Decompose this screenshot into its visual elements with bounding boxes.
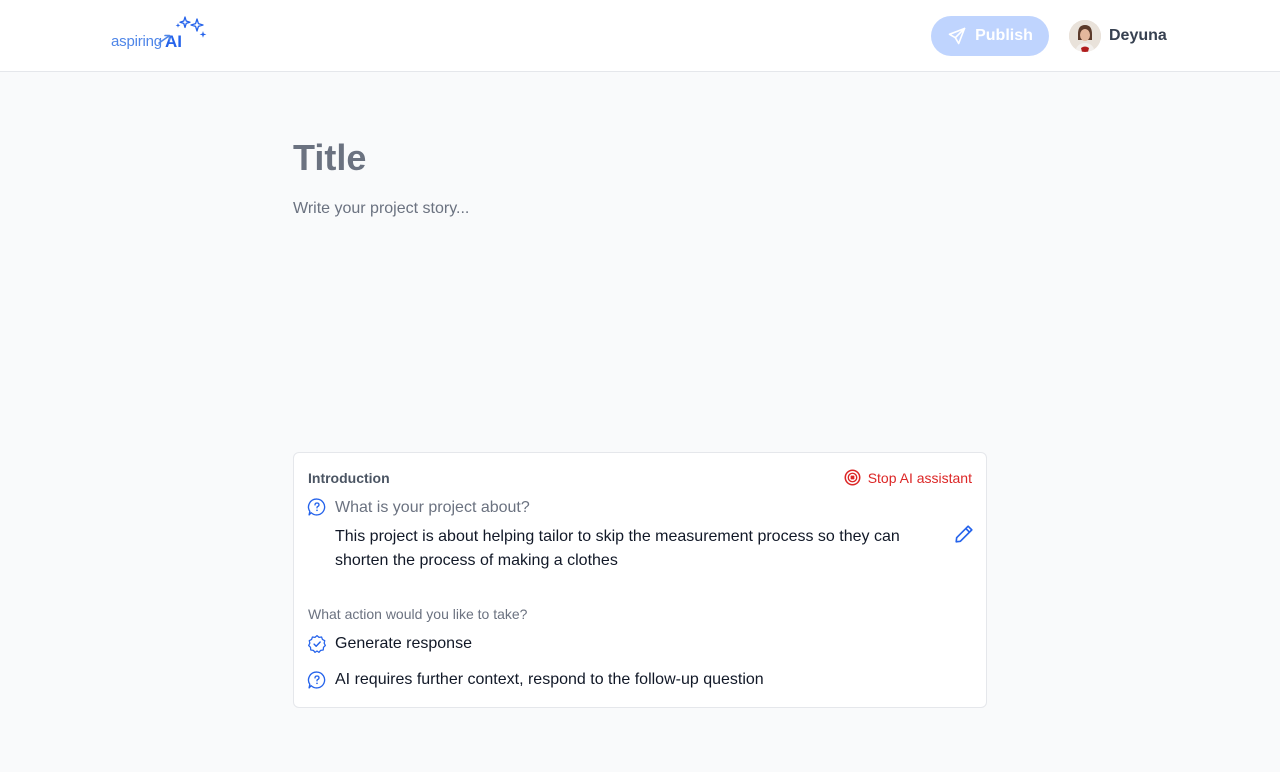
story-input[interactable]: Write your project story... — [293, 198, 469, 220]
action-prompt: What action would you like to take? — [308, 606, 528, 622]
ai-question: What is your project about? — [335, 499, 530, 516]
publish-button[interactable]: Publish — [931, 16, 1049, 56]
stop-ai-label: Stop AI assistant — [867, 469, 972, 486]
user-menu[interactable]: Deyuna — [1069, 20, 1167, 52]
section-label: Introduction — [308, 470, 390, 486]
logo[interactable]: aspiring AI — [111, 15, 207, 55]
question-bubble-icon — [307, 669, 327, 691]
publish-label: Publish — [975, 27, 1033, 44]
ai-assistant-panel: Introduction Stop AI assistant What is y… — [293, 452, 987, 708]
sparkles-icon — [158, 16, 207, 44]
user-name: Deyuna — [1109, 27, 1167, 44]
title-input[interactable]: Title — [293, 136, 366, 180]
send-icon — [948, 27, 966, 45]
stop-ai-assistant-button[interactable]: Stop AI assistant — [844, 469, 972, 486]
top-bar: aspiring AI Publish Deyuna — [0, 0, 1280, 72]
verified-badge-icon — [307, 633, 327, 655]
avatar — [1069, 20, 1101, 52]
answer-text: This project is about helping tailor to … — [335, 528, 900, 569]
generate-response-button[interactable]: Generate response — [307, 633, 472, 655]
generate-response-label: Generate response — [335, 635, 472, 652]
pencil-icon[interactable] — [953, 523, 975, 545]
stop-circle-icon — [844, 469, 861, 486]
respond-follow-up-label: AI requires further context, respond to … — [335, 671, 764, 688]
question-bubble-icon — [307, 498, 326, 516]
respond-follow-up-button[interactable]: AI requires further context, respond to … — [307, 669, 764, 691]
